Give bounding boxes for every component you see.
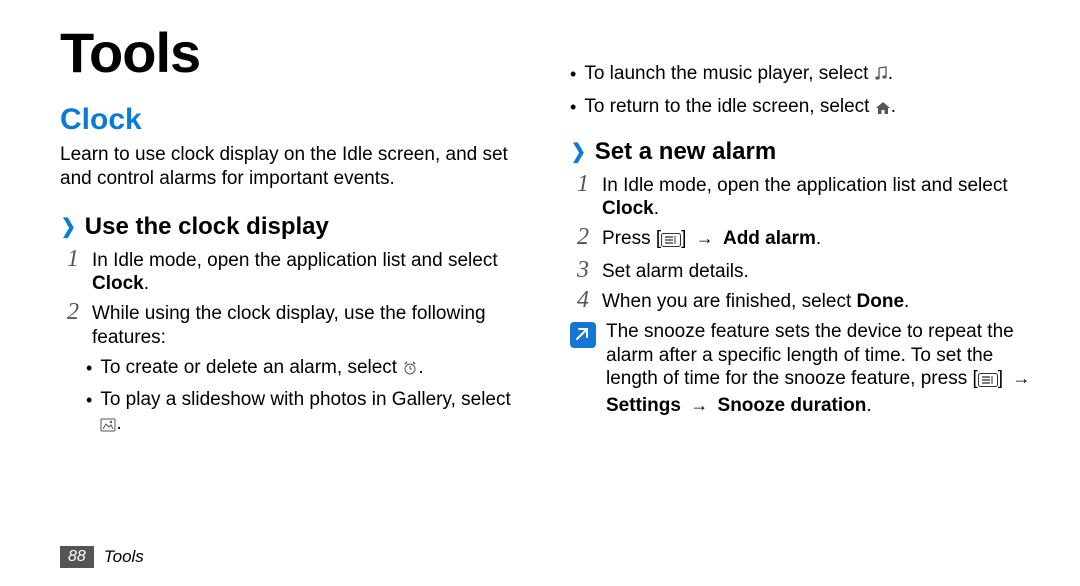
feature-bullets: • To create or delete an alarm, select .… — [86, 356, 530, 439]
step-number: 4 — [570, 287, 596, 314]
manual-page: Tools Clock Learn to use clock display o… — [0, 0, 1080, 586]
step-2: 2 While using the clock display, use the… — [60, 302, 530, 350]
right-column: • To launch the music player, select . •… — [570, 20, 1040, 445]
step-1: 1 In Idle mode, open the application lis… — [60, 249, 530, 297]
left-column: Tools Clock Learn to use clock display o… — [60, 20, 530, 445]
subhead-use-clock-display: ❯ Use the clock display — [60, 213, 530, 241]
arrow-icon: → — [690, 395, 708, 415]
subhead-label: Use the clock display — [85, 213, 329, 241]
section-title-clock: Clock — [60, 103, 530, 137]
bullet-music: • To launch the music player, select . — [570, 62, 1040, 89]
step-text: Press [] → Add alarm. — [602, 227, 1040, 254]
bullet-slideshow: • To play a slideshow with photos in Gal… — [86, 388, 530, 439]
bullet-home: • To return to the idle screen, select . — [570, 95, 1040, 122]
chevron-icon: ❯ — [571, 139, 586, 164]
bullet-text: To play a slideshow with photos in Galle… — [100, 388, 530, 439]
bullet-text: To return to the idle screen, select . — [584, 95, 1040, 122]
step-number: 2 — [60, 299, 86, 326]
bullet-dot: • — [86, 358, 92, 379]
columns: Tools Clock Learn to use clock display o… — [60, 20, 1030, 445]
subhead-label: Set a new alarm — [595, 138, 776, 166]
bullet-text: To create or delete an alarm, select . — [100, 356, 530, 383]
step-number: 1 — [570, 171, 596, 198]
feature-bullets-continued: • To launch the music player, select . •… — [570, 62, 1040, 122]
step-text: In Idle mode, open the application list … — [602, 174, 1040, 222]
menu-key-icon — [978, 370, 998, 394]
step-3: 3 Set alarm details. — [570, 260, 1040, 284]
bullet-alarm: • To create or delete an alarm, select . — [86, 356, 530, 383]
bullet-dot: • — [570, 97, 576, 118]
steps-set-alarm: 1 In Idle mode, open the application lis… — [570, 174, 1040, 314]
chevron-icon: ❯ — [61, 214, 76, 239]
step-2: 2 Press [] → Add alarm. — [570, 227, 1040, 254]
step-number: 1 — [60, 246, 86, 273]
arrow-icon: → — [696, 228, 714, 248]
page-number: 88 — [60, 546, 94, 568]
bullet-dot: • — [86, 390, 92, 411]
alarm-clock-icon — [402, 359, 418, 383]
bullet-text: To launch the music player, select . — [584, 62, 1040, 89]
step-text: Set alarm details. — [602, 260, 1040, 284]
steps-use-clock: 1 In Idle mode, open the application lis… — [60, 249, 530, 350]
bullet-dot: • — [570, 64, 576, 85]
menu-key-icon — [661, 230, 681, 254]
step-number: 3 — [570, 257, 596, 284]
arrow-icon: → — [1012, 368, 1030, 388]
step-text: While using the clock display, use the f… — [92, 302, 530, 350]
step-number: 2 — [570, 224, 596, 251]
subhead-set-new-alarm: ❯ Set a new alarm — [570, 138, 1040, 166]
section-intro: Learn to use clock display on the Idle s… — [60, 143, 530, 191]
page-footer: 88 Tools — [60, 546, 144, 568]
page-title: Tools — [60, 20, 530, 85]
music-note-icon — [874, 65, 888, 89]
step-text: In Idle mode, open the application list … — [92, 249, 530, 297]
footer-section-label: Tools — [104, 547, 144, 567]
gallery-icon — [100, 415, 116, 439]
note-snooze: The snooze feature sets the device to re… — [570, 320, 1040, 418]
step-text: When you are finished, select Done. — [602, 290, 1040, 314]
step-4: 4 When you are finished, select Done. — [570, 290, 1040, 314]
home-icon — [875, 98, 891, 122]
note-icon — [570, 322, 596, 348]
step-1: 1 In Idle mode, open the application lis… — [570, 174, 1040, 222]
note-text: The snooze feature sets the device to re… — [606, 320, 1040, 418]
